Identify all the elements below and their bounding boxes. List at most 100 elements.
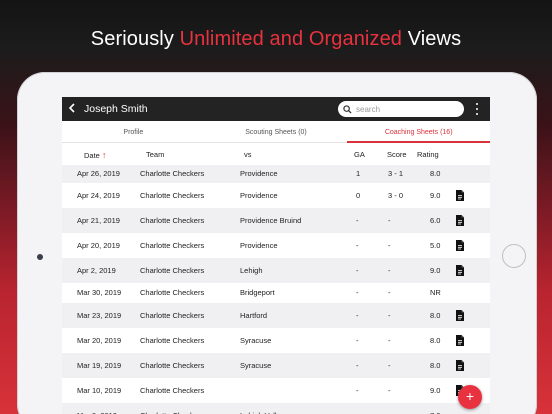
document-icon[interactable] bbox=[455, 335, 465, 346]
top-bar: Joseph Smith bbox=[62, 97, 490, 121]
cell-vs: Providence bbox=[240, 191, 278, 200]
cell-team: Charlotte Checkers bbox=[140, 386, 205, 395]
cell-ga: - bbox=[356, 311, 359, 320]
cell-vs: Syracuse bbox=[240, 336, 272, 345]
col-team[interactable]: Team bbox=[146, 150, 164, 159]
cell-date: Apr 24, 2019 bbox=[77, 191, 120, 200]
table-row[interactable]: Apr 24, 2019 Charlotte Checkers Providence… bbox=[62, 183, 490, 208]
cell-score: 3 - 1 bbox=[388, 169, 404, 178]
player-name: Joseph Smith bbox=[84, 103, 148, 115]
headline: Seriously Unlimited and Organized Views bbox=[0, 28, 552, 51]
document-icon[interactable] bbox=[455, 310, 465, 321]
cell-vs: Hartford bbox=[240, 311, 268, 320]
tab-coaching-sheets[interactable]: Coaching Sheets (16) bbox=[347, 123, 490, 143]
table-row[interactable]: Mar 10, 2019 Charlotte Checkers - - 9.0 bbox=[62, 378, 490, 403]
table-row[interactable]: Apr 26, 2019 Charlotte Checkers Providence… bbox=[62, 165, 490, 183]
cell-date: Apr 2, 2019 bbox=[77, 266, 116, 275]
tab-scouting-sheets[interactable]: Scouting Sheets (0) bbox=[205, 123, 348, 142]
table-row[interactable]: Mar 19, 2019 Charlotte Checkers Syracuse - -… bbox=[62, 353, 490, 378]
cell-rating: 8.0 bbox=[430, 336, 441, 345]
cell-team: Charlotte Checkers bbox=[140, 216, 205, 225]
cell-ga: - bbox=[356, 241, 359, 250]
document-icon[interactable] bbox=[455, 240, 465, 251]
cell-date: Mar 20, 2019 bbox=[77, 336, 122, 345]
back-chevron-icon[interactable] bbox=[68, 102, 78, 116]
cell-score: - bbox=[388, 241, 391, 250]
cell-score: - bbox=[388, 361, 391, 370]
cell-rating: 6.0 bbox=[430, 216, 441, 225]
table-row[interactable]: Mar 30, 2019 Charlotte Checkers Bridgeport… bbox=[62, 283, 490, 303]
cell-team: Charlotte Checkers bbox=[140, 169, 205, 178]
headline-part1: Seriously bbox=[90, 28, 180, 50]
cell-team: Charlotte Checkers bbox=[140, 361, 205, 370]
cell-team: Charlotte Checkers bbox=[140, 191, 205, 200]
cell-date: Apr 20, 2019 bbox=[77, 241, 120, 250]
document-icon[interactable] bbox=[455, 360, 465, 371]
col-date-label: Date bbox=[84, 151, 100, 160]
document-icon[interactable] bbox=[455, 190, 465, 201]
cell-vs: Providence Bruind bbox=[240, 216, 302, 225]
cell-rating: 9.0 bbox=[430, 191, 441, 200]
cell-score: - bbox=[388, 266, 391, 275]
cell-rating: NR bbox=[430, 288, 441, 297]
table-row[interactable]: Mar 9, 2019Charlotte CheckersLehigh Vall… bbox=[62, 403, 490, 414]
search-input[interactable] bbox=[356, 104, 456, 114]
col-vs[interactable]: vs bbox=[244, 150, 252, 159]
table-row[interactable]: Mar 23, 2019 Charlotte Checkers Hartford - -… bbox=[62, 303, 490, 328]
col-ga[interactable]: GA bbox=[354, 150, 365, 159]
cell-score: - bbox=[388, 386, 391, 395]
table-header: Date ↑ Team vs GA Score Rating bbox=[62, 145, 490, 163]
table-row[interactable]: Mar 20, 2019 Charlotte Checkers Syracuse - -… bbox=[62, 328, 490, 353]
cell-date: Mar 23, 2019 bbox=[77, 311, 122, 320]
cell-date: Mar 19, 2019 bbox=[77, 361, 122, 370]
cell-ga: 0 bbox=[356, 191, 361, 200]
cell-date: Mar 10, 2019 bbox=[77, 386, 122, 395]
cell-ga: - bbox=[356, 288, 359, 297]
cell-vs: Providence bbox=[240, 241, 278, 250]
tab-profile[interactable]: Profile bbox=[62, 123, 205, 142]
cell-score: - bbox=[388, 216, 391, 225]
cell-rating: 9.0 bbox=[430, 266, 441, 275]
cell-rating: 8.0 bbox=[430, 361, 441, 370]
cell-team: Charlotte Checkers bbox=[140, 311, 205, 320]
table-row[interactable]: Apr 21, 2019 Charlotte Checkers Providence… bbox=[62, 208, 490, 233]
search-box[interactable] bbox=[338, 101, 464, 117]
cell-ga: - bbox=[356, 266, 359, 275]
cell-ga: - bbox=[356, 386, 359, 395]
cell-date: Mar 30, 2019 bbox=[77, 288, 122, 297]
cell-date: Apr 21, 2019 bbox=[77, 216, 120, 225]
cell-ga: - bbox=[356, 216, 359, 225]
cell-ga: 1 bbox=[356, 169, 361, 178]
cell-team: Charlotte Checkers bbox=[140, 266, 205, 275]
cell-team: Charlotte Checkers bbox=[140, 288, 205, 297]
cell-ga: - bbox=[356, 336, 359, 345]
col-score[interactable]: Score bbox=[387, 150, 407, 159]
camera-dot bbox=[37, 254, 43, 260]
headline-accent: Unlimited and Organized bbox=[179, 28, 403, 50]
cell-vs: Lehigh bbox=[240, 266, 263, 275]
cell-rating: 8.0 bbox=[430, 311, 441, 320]
cell-vs: Providence bbox=[240, 169, 278, 178]
cell-date: Apr 26, 2019 bbox=[77, 169, 120, 178]
cell-team: Charlotte Checkers bbox=[140, 241, 205, 250]
tab-bar: Profile Scouting Sheets (0) Coaching Sheet… bbox=[62, 123, 490, 143]
cell-score: - bbox=[388, 336, 391, 345]
cell-rating: 9.0 bbox=[430, 386, 441, 395]
document-icon[interactable] bbox=[455, 265, 465, 276]
col-date[interactable]: Date ↑ bbox=[84, 150, 106, 160]
cell-team: Charlotte Checkers bbox=[140, 336, 205, 345]
cell-rating: 8.0 bbox=[430, 169, 441, 178]
add-button[interactable]: + bbox=[458, 385, 482, 409]
table-row[interactable]: Apr 20, 2019 Charlotte Checkers Providence… bbox=[62, 233, 490, 258]
cell-vs: Syracuse bbox=[240, 361, 272, 370]
more-options-icon[interactable] bbox=[475, 103, 479, 115]
home-button[interactable] bbox=[502, 244, 526, 268]
cell-score: 3 - 0 bbox=[388, 191, 404, 200]
headline-part2: Views bbox=[402, 28, 462, 50]
table-row[interactable]: Apr 2, 2019 Charlotte Checkers Lehigh - - 9.0 bbox=[62, 258, 490, 283]
cell-rating: 5.0 bbox=[430, 241, 441, 250]
search-icon bbox=[343, 104, 352, 114]
cell-ga: - bbox=[356, 361, 359, 370]
col-rating[interactable]: Rating bbox=[417, 150, 439, 159]
document-icon[interactable] bbox=[455, 215, 465, 226]
